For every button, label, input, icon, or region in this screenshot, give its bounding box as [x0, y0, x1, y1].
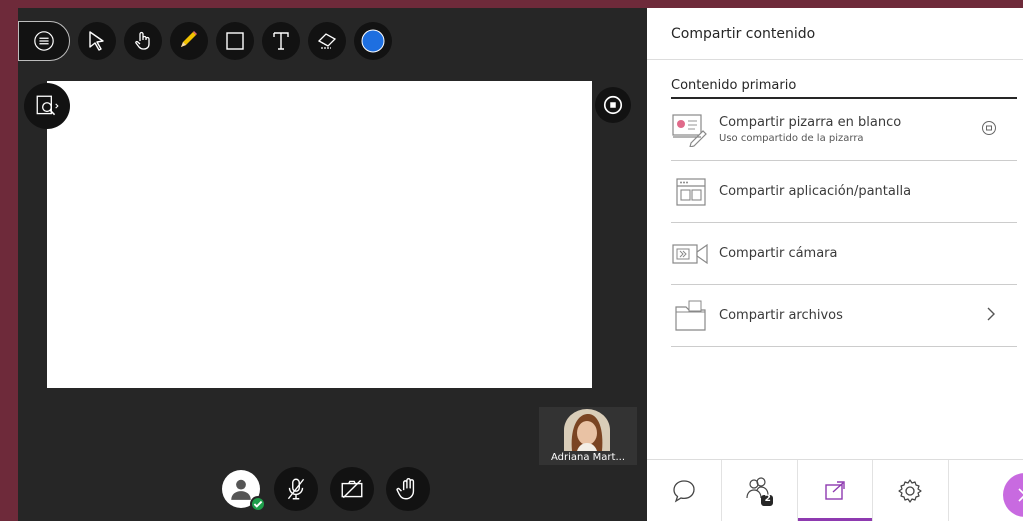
shape-tool-button[interactable] [216, 22, 254, 60]
share-files-label: Compartir archivos [719, 308, 843, 323]
microphone-button[interactable] [274, 467, 318, 511]
raise-hand-button[interactable] [386, 467, 430, 511]
status-available-badge [250, 496, 266, 512]
camera-button[interactable] [330, 467, 374, 511]
share-files-expand[interactable] [985, 306, 997, 326]
share-whiteboard-label: Compartir pizarra en blanco [719, 115, 902, 130]
session-stage: Adriana Mart... [18, 8, 647, 521]
share-camera-label: Compartir cámara [719, 246, 838, 261]
whiteboard-icon [671, 112, 711, 148]
chevron-right-icon [987, 307, 995, 320]
session-controls [222, 467, 442, 512]
share-content-panel: Compartir contenido Contenido primario C… [647, 8, 1023, 521]
camera-off-icon [341, 479, 363, 499]
settings-icon [898, 478, 923, 503]
panel-title: Compartir contenido [647, 8, 1023, 60]
participant-photo [564, 409, 610, 451]
share-content-icon [825, 480, 845, 500]
primary-content-heading: Contenido primario [671, 78, 1017, 99]
attendees-count-badge: 2 [764, 493, 771, 504]
tab-attendees[interactable]: 2 [722, 460, 798, 521]
color-picker-button[interactable] [354, 22, 392, 60]
color-swatch-icon [361, 29, 385, 53]
check-icon [253, 500, 263, 508]
text-icon [273, 32, 289, 50]
chat-icon [673, 479, 695, 502]
panel-footer-tabs: 2 [647, 459, 1023, 521]
camera-share-icon [671, 236, 711, 272]
stop-sharing-button[interactable] [595, 87, 631, 123]
avatar-icon [231, 479, 251, 500]
pencil-icon [181, 31, 197, 47]
participant-tile[interactable]: Adriana Mart... [539, 407, 637, 465]
pencil-tool-button[interactable] [170, 22, 208, 60]
zoom-page-icon [36, 95, 59, 116]
close-tab-area [949, 460, 1023, 521]
whiteboard-canvas[interactable] [47, 81, 592, 388]
tab-chat[interactable] [647, 460, 723, 521]
preview-circle-icon [982, 120, 996, 135]
tab-settings[interactable] [873, 460, 949, 521]
close-panel-button[interactable] [1003, 473, 1023, 517]
share-application-item[interactable]: Compartir aplicación/pantalla [671, 161, 1017, 223]
share-files-item[interactable]: Compartir archivos [671, 285, 1017, 347]
pan-hand-icon [135, 31, 150, 50]
attendees-icon [746, 476, 773, 506]
screen-share-icon [671, 174, 711, 210]
eraser-tool-button[interactable] [308, 22, 346, 60]
my-status-button[interactable] [222, 470, 266, 512]
whiteboard-toolbar [18, 21, 392, 61]
raise-hand-icon [396, 478, 415, 500]
tab-share-content[interactable] [797, 460, 874, 521]
whiteboard-preview-button[interactable] [981, 120, 997, 140]
microphone-muted-icon [287, 478, 305, 500]
share-whiteboard-item[interactable]: Compartir pizarra en blanco Uso comparti… [671, 99, 1017, 161]
share-application-label: Compartir aplicación/pantalla [719, 184, 912, 199]
pan-tool-button[interactable] [124, 22, 162, 60]
rectangle-icon [226, 32, 244, 50]
menu-button[interactable] [18, 21, 70, 61]
share-camera-item[interactable]: Compartir cámara [671, 223, 1017, 285]
folder-icon [671, 298, 711, 334]
eraser-icon [317, 33, 337, 49]
text-tool-button[interactable] [262, 22, 300, 60]
menu-icon [34, 31, 54, 51]
participant-name: Adriana Mart... [551, 452, 625, 463]
zoom-button[interactable] [24, 83, 70, 129]
select-arrow-icon [89, 31, 104, 51]
stop-icon [603, 95, 623, 115]
share-whiteboard-sublabel: Uso compartido de la pizarra [719, 133, 864, 144]
select-tool-button[interactable] [78, 22, 116, 60]
close-icon [1018, 488, 1023, 502]
